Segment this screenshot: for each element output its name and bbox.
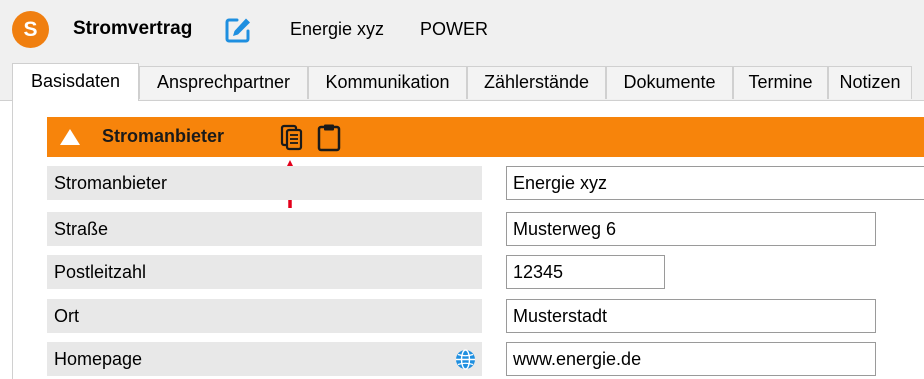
company-name: Energie xyz	[290, 19, 385, 39]
app-logo: S	[12, 11, 49, 48]
homepage-field[interactable]	[506, 342, 876, 376]
postleitzahl-field[interactable]	[506, 255, 665, 289]
edit-icon[interactable]	[224, 16, 252, 44]
app-header: S Stromvertrag Energie xyz POWER	[0, 0, 924, 60]
label-stromanbieter: Stromanbieter	[47, 166, 482, 200]
stromanbieter-field[interactable]	[506, 166, 924, 200]
ort-field[interactable]	[506, 299, 876, 333]
strasse-field[interactable]	[506, 212, 876, 246]
tab-bar: Basisdaten Ansprechpartner Kommunikation…	[0, 60, 924, 101]
homepage-row-label: Homepage	[47, 342, 482, 376]
tab-notizen[interactable]: Notizen	[828, 66, 912, 99]
tab-kommunikation[interactable]: Kommunikation	[308, 66, 467, 99]
tab-content: Stromanbieter Stromanbieter Straße Postl…	[12, 101, 924, 379]
tab-basisdaten[interactable]: Basisdaten	[12, 63, 139, 101]
label-ort: Ort	[47, 299, 482, 333]
tab-zaehlerstaende[interactable]: Zählerstände	[467, 66, 606, 99]
copy-icon[interactable]	[280, 124, 304, 151]
section-title: Stromanbieter	[102, 126, 225, 146]
record-title: Stromvertrag	[73, 18, 193, 39]
section-header: Stromanbieter	[47, 117, 924, 157]
label-homepage: Homepage	[54, 349, 143, 369]
label-postleitzahl: Postleitzahl	[47, 255, 482, 289]
label-strasse: Straße	[47, 212, 482, 246]
collapse-triangle-icon[interactable]	[60, 129, 80, 145]
tab-dokumente[interactable]: Dokumente	[606, 66, 733, 99]
tab-ansprechpartner[interactable]: Ansprechpartner	[139, 66, 308, 99]
logo-letter: S	[23, 17, 38, 41]
globe-icon[interactable]	[455, 349, 476, 370]
product-name: POWER	[420, 19, 489, 39]
clipboard-icon[interactable]	[317, 123, 341, 152]
tab-termine[interactable]: Termine	[733, 66, 828, 99]
